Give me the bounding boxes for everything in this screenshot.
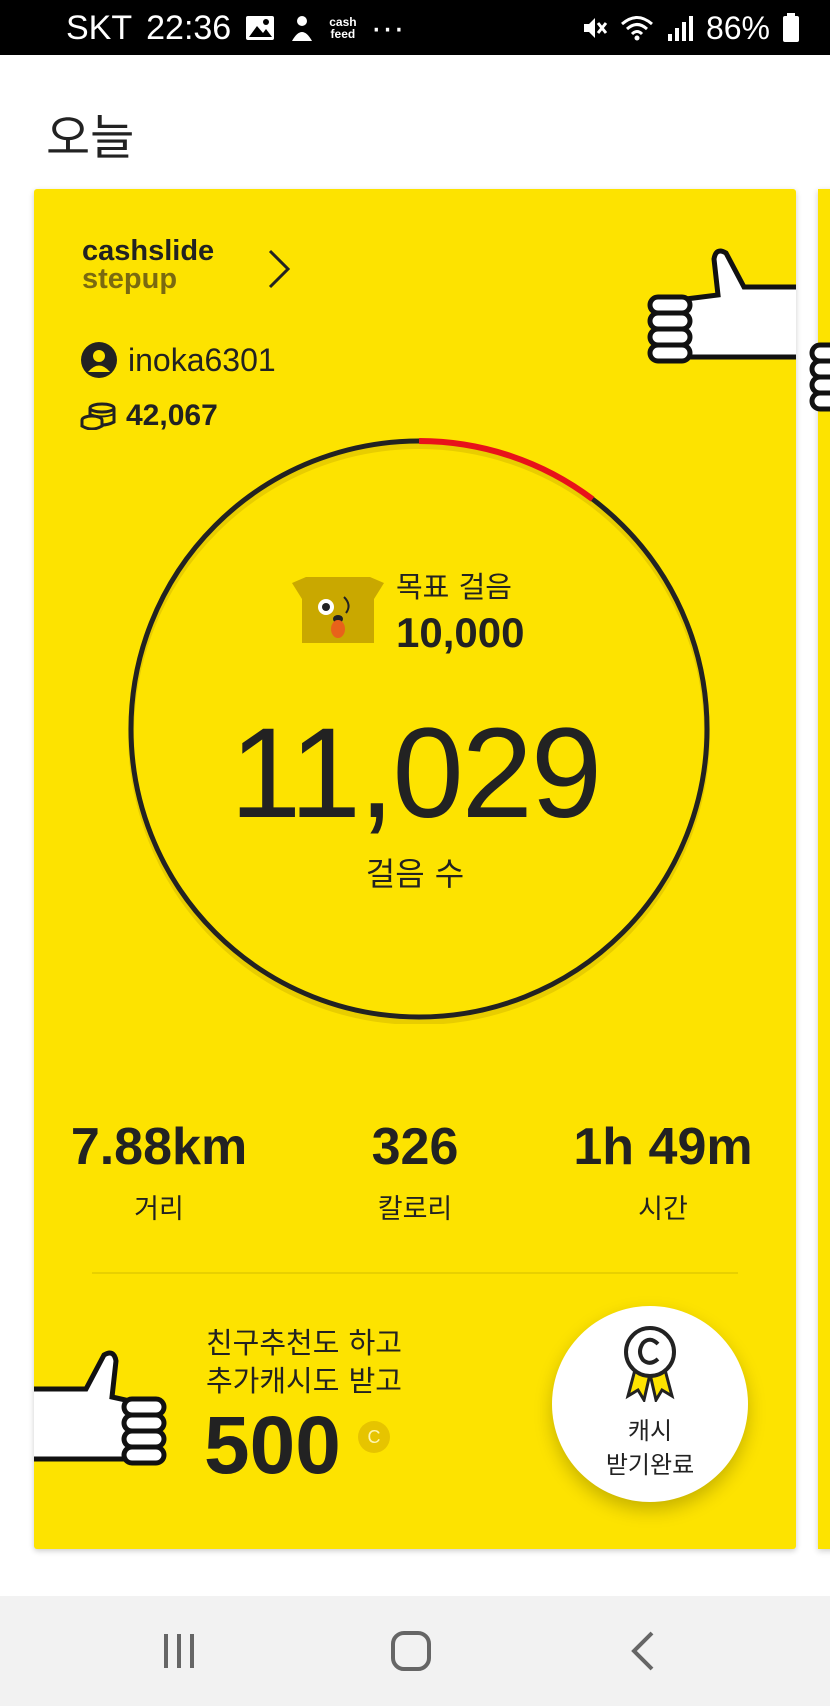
calories-value: 326: [371, 1118, 459, 1176]
recent-apps-icon[interactable]: [160, 1632, 198, 1670]
navigation-bar: [0, 1596, 830, 1706]
status-bar: SKT 22:36 cash feed ··· 86%: [0, 0, 830, 55]
distance-value: 7.88km: [70, 1118, 248, 1176]
claim-line2: 받기완료: [605, 1451, 695, 1479]
time-label: 시간: [638, 1194, 688, 1225]
stat-time: 1h 49m 시간: [538, 1119, 788, 1226]
dog-icon: [292, 577, 384, 643]
next-card-peek[interactable]: [809, 189, 830, 1549]
step-count-label: 걸음 수: [365, 855, 465, 893]
battery-icon: [783, 13, 799, 42]
thumbs-up-icon: [647, 248, 796, 364]
claim-cash-button[interactable]: 캐시 받기완료: [552, 1306, 748, 1502]
signal-icon: [667, 16, 693, 41]
user-row: inoka6301: [80, 341, 276, 379]
claim-line1: 캐시: [627, 1417, 673, 1445]
step-card[interactable]: cashslide stepup inoka6301 42,067 목표 걸음 …: [34, 189, 796, 1549]
username: inoka6301: [128, 341, 276, 378]
coins-icon: [80, 402, 116, 430]
clock: 22:36: [146, 8, 232, 47]
time-value: 1h 49m: [573, 1118, 753, 1176]
promo-amount: 500: [204, 1400, 341, 1491]
cashfeed-label: cash feed: [329, 15, 357, 41]
referral-promo[interactable]: 친구추천도 하고 추가캐시도 받고: [206, 1324, 402, 1400]
medal-icon: [624, 1326, 676, 1402]
goal-label: 목표 걸음: [396, 570, 512, 604]
coin-balance: 42,067: [80, 399, 218, 433]
goal-value: 10,000: [396, 609, 525, 656]
divider: [92, 1272, 738, 1274]
distance-label: 거리: [134, 1194, 184, 1225]
page-title: 오늘: [46, 110, 135, 166]
gallery-icon: [246, 16, 275, 40]
cash-coin-icon: C: [358, 1421, 390, 1453]
user-icon: [81, 342, 117, 378]
more-notifications: ···: [370, 8, 405, 47]
mute-icon: [583, 18, 608, 38]
thumbs-up-icon: [34, 1350, 167, 1466]
stat-distance: 7.88km 거리: [34, 1119, 284, 1226]
cashfeed-icon: [292, 16, 313, 41]
battery-percent: 86%: [705, 9, 770, 46]
calories-label: 칼로리: [377, 1194, 453, 1225]
stat-calories: 326 칼로리: [290, 1119, 540, 1226]
carrier: SKT: [66, 8, 133, 47]
chevron-right-icon[interactable]: [266, 249, 292, 289]
home-icon[interactable]: [390, 1630, 432, 1672]
thumbs-up-icon: [809, 342, 830, 412]
brand-logo[interactable]: cashslide stepup: [82, 237, 214, 294]
wifi-icon: [620, 16, 653, 41]
step-count: 11,029: [230, 702, 602, 845]
back-icon[interactable]: [628, 1630, 658, 1672]
coin-amount: 42,067: [126, 399, 218, 432]
